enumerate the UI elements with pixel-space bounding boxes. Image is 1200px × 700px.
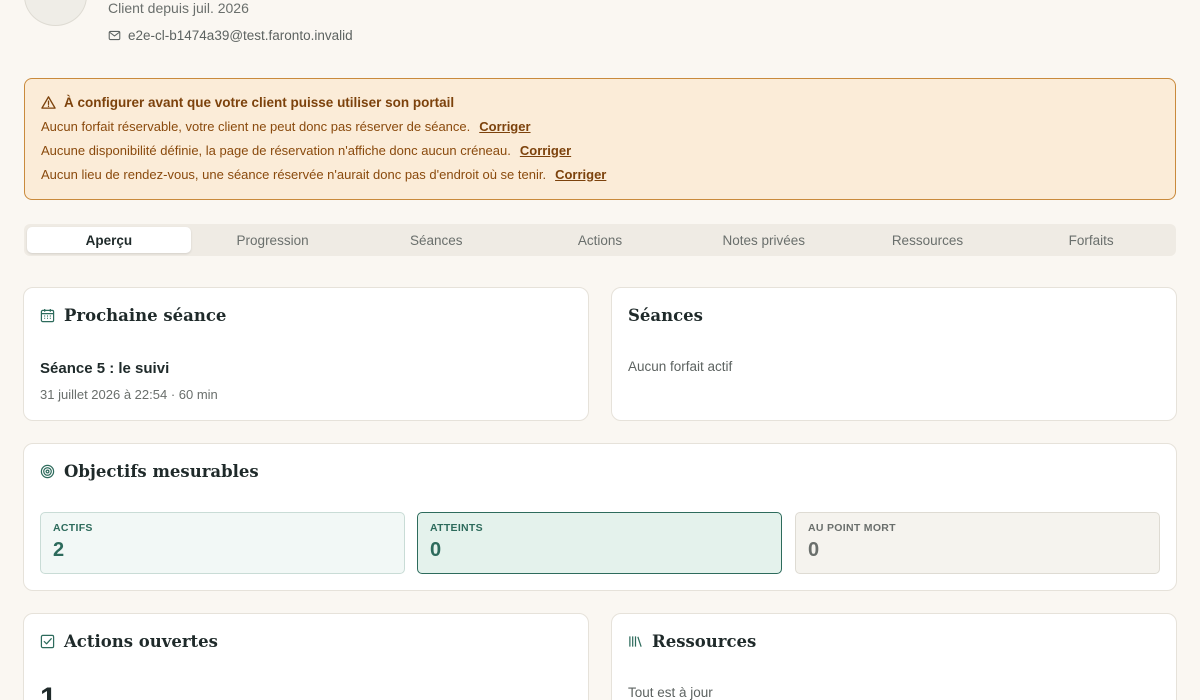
client-email[interactable]: e2e-cl-b1474a39@test.faronto.invalid [108,28,353,43]
card-header: Actions ouvertes [40,632,218,651]
card-header: Ressources [628,632,756,651]
card-title: Séances [628,306,703,325]
goal-stat-reached[interactable]: ATTEINTS 0 [417,512,782,574]
goals-card: Objectifs mesurables ACTIFS 2 ATTEINTS 0… [23,443,1177,591]
tab-seances[interactable]: Séances [354,227,518,253]
card-title: Actions ouvertes [64,632,218,651]
tab-forfaits[interactable]: Forfaits [1009,227,1173,253]
library-icon [629,636,642,647]
goal-stat-active[interactable]: ACTIFS 2 [40,512,405,574]
tab-apercu[interactable]: Aperçu [27,227,191,253]
warning-item-text: Aucun lieu de rendez-vous, une séance ré… [41,166,547,182]
open-actions-count: 1 [40,682,57,700]
warning-title-text: À configurer avant que votre client puis… [64,94,455,110]
card-title: Ressources [652,632,757,651]
client-email-text: e2e-cl-b1474a39@test.faronto.invalid [128,28,353,43]
target-icon [40,464,55,479]
fix-link[interactable]: Corriger [520,143,571,158]
goal-stat-label: ACTIFS [53,522,93,534]
warning-icon [41,95,56,109]
goal-stat-label: ATTEINTS [430,522,483,534]
card-header: Prochaine séance [40,306,226,325]
session-name[interactable]: Séance 5 : le suivi [40,360,169,377]
next-session-card: Prochaine séance Séance 5 : le suivi 31 … [23,287,589,421]
avatar [24,0,87,26]
goal-stat-value: 0 [430,539,442,561]
open-actions-card: Actions ouvertes 1 [23,613,589,700]
warning-item-text: Aucune disponibilité définie, la page de… [41,142,511,158]
card-title: Objectifs mesurables [64,462,259,481]
card-header: Objectifs mesurables [40,462,259,481]
sessions-empty-state: Aucun forfait actif [628,359,733,374]
card-title: Prochaine séance [64,306,227,325]
tab-ressources[interactable]: Ressources [846,227,1010,253]
goal-stat-value: 2 [53,539,65,561]
warning-item-text: Aucun forfait réservable, votre client n… [41,118,471,134]
card-header: Séances [628,306,703,325]
resources-status: Tout est à jour [628,685,713,700]
checkbox-icon [40,634,55,649]
resources-card: Ressources Tout est à jour [611,613,1177,700]
tab-notes-privees[interactable]: Notes privées [682,227,846,253]
warning-item: Aucun lieu de rendez-vous, une séance ré… [41,165,1159,183]
tab-actions[interactable]: Actions [518,227,682,253]
fix-link[interactable]: Corriger [479,119,530,134]
tab-bar: Aperçu Progression Séances Actions Notes… [24,224,1176,256]
warning-title: À configurer avant que votre client puis… [41,93,1159,111]
calendar-icon [40,308,55,323]
warning-item: Aucune disponibilité définie, la page de… [41,141,1159,159]
goal-stat-label: AU POINT MORT [808,522,896,534]
mail-icon [108,30,121,41]
session-datetime: 31 juillet 2026 à 22:54 · 60 min [40,387,218,402]
goal-stat-value: 0 [808,539,820,561]
tab-progression[interactable]: Progression [191,227,355,253]
warning-item: Aucun forfait réservable, votre client n… [41,117,1159,135]
setup-warning: À configurer avant que votre client puis… [24,78,1176,200]
sessions-card: Séances Aucun forfait actif [611,287,1177,421]
goal-stat-stalled[interactable]: AU POINT MORT 0 [795,512,1160,574]
client-since: Client depuis juil. 2026 [108,0,249,16]
fix-link[interactable]: Corriger [555,167,606,182]
